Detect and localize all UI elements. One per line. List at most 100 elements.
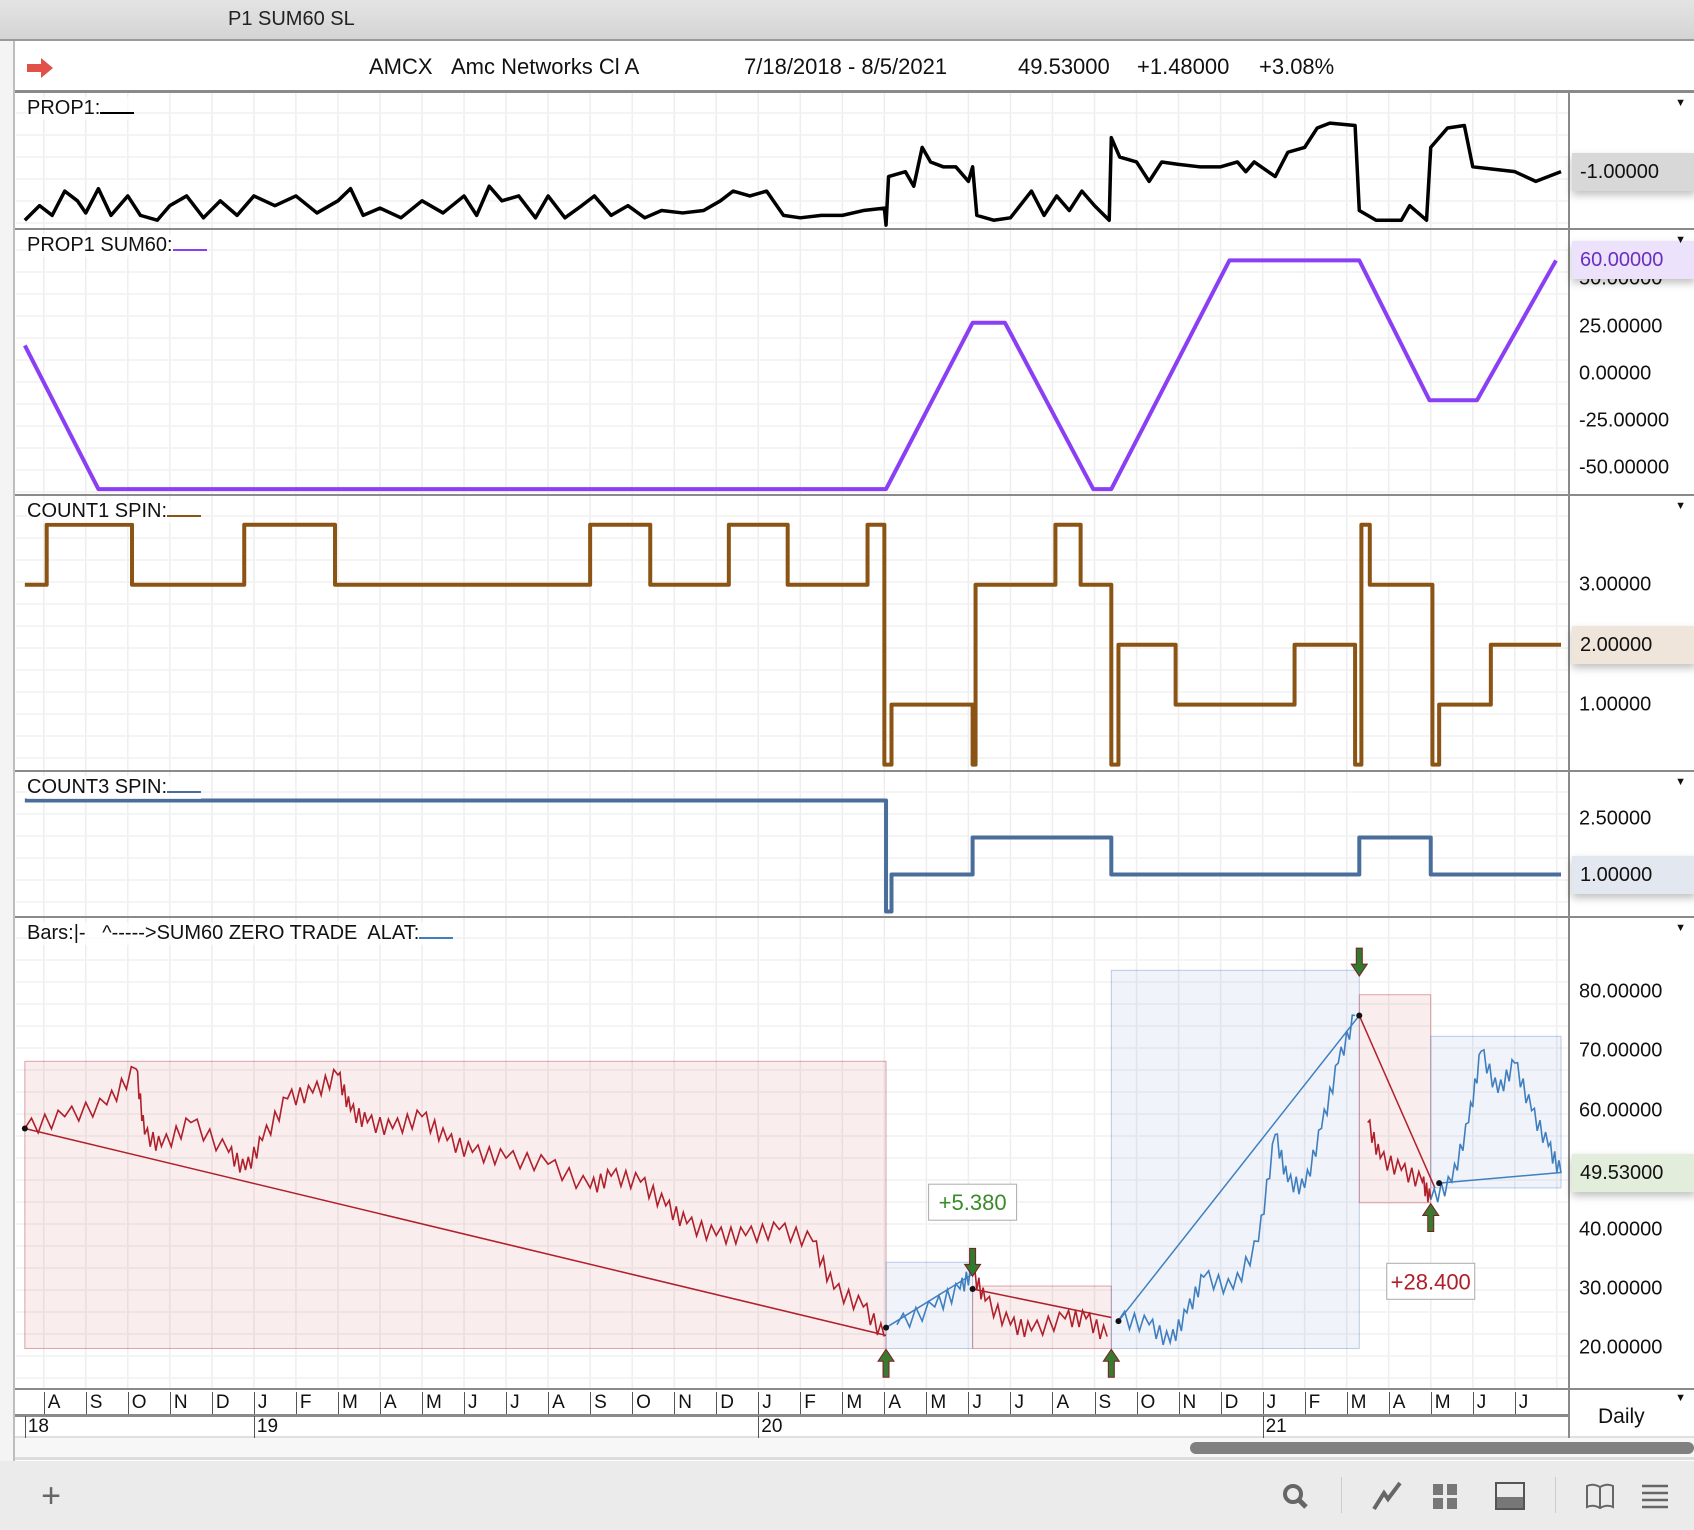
trade-arrow-up-icon [1102,1348,1121,1378]
month-label: A [1052,1392,1069,1414]
window-title-bar: P1 SUM60 SL [0,0,1694,41]
month-label: O [127,1392,147,1414]
month-label: D [211,1392,230,1414]
pane-menu-icon[interactable]: ▼ [1675,922,1686,934]
grid-icon[interactable] [1428,1481,1462,1511]
series-color-swatch [167,515,202,517]
pane-title-text: COUNT1 SPIN: [27,500,168,522]
pane-price-bars[interactable]: +5.380 +28.400 Bars:|- ^----->SUM60 ZERO T… [15,918,1694,1390]
month-label: S [590,1392,607,1414]
month-label: J [1010,1392,1024,1414]
current-value-label: 60.00000 [1572,241,1694,280]
red-arrow-icon[interactable] [25,57,55,79]
pane-prop1[interactable]: PROP1: -1.00000 ▼ [15,93,1694,230]
left-edge [0,41,15,1461]
add-button[interactable]: + [34,1479,68,1513]
month-label: N [1178,1392,1196,1414]
axis-tick-label: 60.00000 [1579,1099,1663,1122]
month-label: D [1220,1392,1238,1414]
pane-count1-spin[interactable]: COUNT1 SPIN: 3.00000 1.00000 2.00000 ▼ [15,496,1694,772]
month-label: A [379,1392,397,1414]
month-label: F [1304,1392,1320,1414]
pane-title-rest: ^----->SUM60 ZERO TRADE ALAT: [91,922,420,944]
pane-menu-icon[interactable]: ▼ [1675,776,1686,788]
axis-tick-label: 25.00000 [1579,315,1663,338]
pane-title: PROP1 SUM60: [27,234,207,257]
plot-area [16,230,1568,494]
search-icon[interactable] [1279,1481,1313,1511]
pane-title: COUNT3 SPIN: [27,776,202,799]
month-label: O [632,1392,651,1414]
pane-prop1-sum60[interactable]: PROP1 SUM60: 50.0000025.000000.00000-25.0… [15,230,1694,496]
trade-zone-up [1110,969,1360,1349]
trade-profit-text: +28.400 [1391,1269,1471,1294]
time-axis[interactable]: Daily ▼ ASONDJFMAMJJASONDJFMAMJJASONDJFMA… [15,1390,1694,1438]
year-label: 20 [758,1416,782,1438]
month-label: N [169,1392,188,1414]
pane-menu-icon[interactable]: ▼ [1675,500,1686,512]
trade-arrow-up-icon [1421,1202,1440,1233]
year-label: 19 [253,1416,278,1438]
symbol: AMCX [369,54,433,79]
value-axis[interactable]: 3.00000 1.00000 2.00000 ▼ [1568,496,1694,770]
value-axis[interactable]: 50.0000025.000000.00000-25.00000-50.0000… [1568,230,1694,494]
price-change: +1.48000 [1137,54,1230,79]
current-value-label: 1.00000 [1572,855,1694,894]
toolbar-separator [1555,1477,1556,1513]
trade-profit-label: +5.380 [928,1183,1018,1221]
trade-entry-dot [1356,1012,1363,1019]
scrollbar-thumb[interactable] [1190,1442,1694,1454]
value-axis[interactable]: 80.00000 70.00000 60.00000 40.00000 30.00000… [1568,918,1694,1388]
month-label: S [85,1392,102,1414]
month-label: F [800,1392,816,1414]
month-label: J [1472,1392,1486,1414]
axis-tick-label: -50.00000 [1579,456,1670,479]
pane-title-text: PROP1: [27,97,101,119]
pane-title-text: Bars: [27,922,74,944]
month-label: M [842,1392,862,1414]
trade-entry-dot [969,1286,976,1293]
axis-tick-label: 30.00000 [1579,1277,1663,1300]
interval-selector[interactable]: Daily ▼ [1568,1390,1694,1438]
book-icon[interactable] [1583,1481,1617,1511]
axis-tick-label: 80.00000 [1579,980,1663,1003]
axis-tick-label: -25.00000 [1579,409,1670,432]
series-color-swatch [419,937,454,939]
year-label: 21 [1262,1416,1287,1438]
line-chart-icon[interactable] [1370,1481,1404,1511]
current-value-label: 49.53000 [1572,1153,1694,1192]
axis-tick-label: 3.00000 [1579,573,1652,596]
chart-header: AMCX Amc Networks Cl A 7/18/2018 - 8/5/2… [15,43,1694,93]
month-label: F [295,1392,312,1414]
pane-title: COUNT1 SPIN: [27,500,202,523]
window-title: P1 SUM60 SL [228,8,355,30]
value-axis[interactable]: -1.00000 ▼ [1568,93,1694,228]
month-label: M [1430,1392,1451,1414]
pane-menu-icon[interactable]: ▼ [1675,234,1686,246]
month-label: J [253,1392,267,1414]
pane-count3-spin[interactable]: COUNT3 SPIN: 2.50000 1.00000 ▼ [15,772,1694,918]
month-label: J [758,1392,772,1414]
axis-tick-label: 20.00000 [1579,1336,1663,1359]
series-line [24,798,1562,914]
value-axis[interactable]: 2.50000 1.00000 ▼ [1568,772,1694,916]
month-label: A [548,1392,565,1414]
pane-menu-icon[interactable]: ▼ [1675,97,1686,109]
last-price: 49.53000 [1018,54,1110,79]
series-line [23,121,1562,227]
month-label: O [1136,1392,1155,1414]
pane-title-text: COUNT3 SPIN: [27,776,168,798]
time-axis-divider [15,1414,1568,1417]
trade-zone-up [885,1261,974,1349]
plot-area [16,93,1568,228]
panel-layout-icon[interactable] [1493,1481,1527,1511]
trade-entry-dot [1436,1180,1443,1187]
plot-area: +5.380 +28.400 [16,918,1568,1388]
horizontal-scrollbar[interactable] [15,1438,1694,1460]
trade-zone-up [1430,1035,1562,1189]
month-label: A [43,1392,60,1414]
bars-indicator: |- [73,922,92,944]
axis-tick-label: 40.00000 [1579,1218,1663,1241]
month-label: M [422,1392,442,1414]
menu-icon[interactable] [1638,1481,1672,1511]
